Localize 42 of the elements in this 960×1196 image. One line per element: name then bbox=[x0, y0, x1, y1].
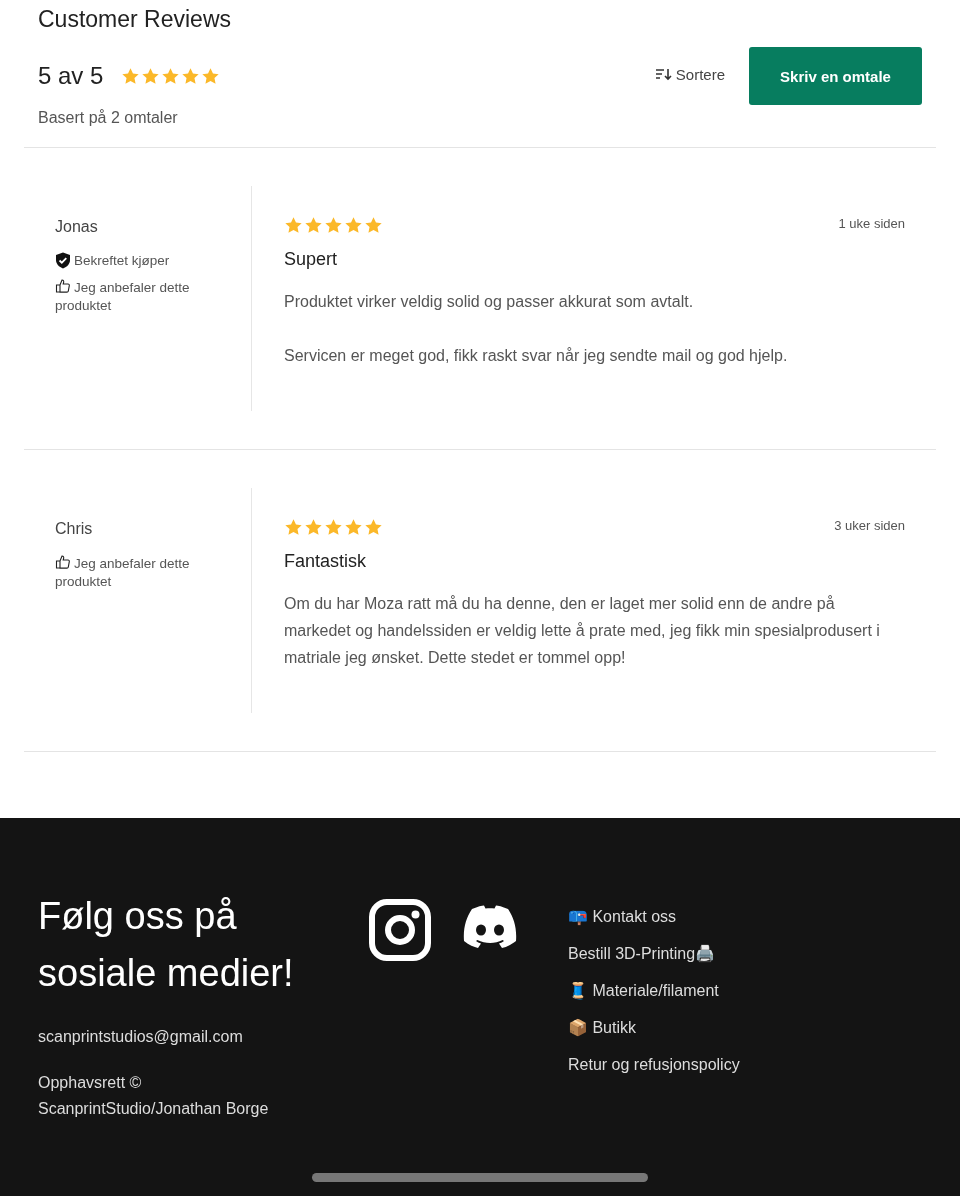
footer-link[interactable]: 📪 Kontakt oss bbox=[568, 904, 922, 930]
star-icon bbox=[181, 66, 201, 86]
write-review-button[interactable]: Skriv en omtale bbox=[749, 47, 922, 105]
reviewer-name: Jonas bbox=[55, 218, 99, 236]
star-icon bbox=[161, 66, 181, 86]
star-icon bbox=[121, 66, 141, 86]
footer-link[interactable]: 🧵 Materiale/filament bbox=[568, 978, 922, 1004]
star-icon bbox=[141, 66, 161, 86]
review-title: Supert bbox=[284, 249, 339, 270]
sort-icon bbox=[654, 67, 673, 81]
contact-email: scanprintstudios@gmail.com bbox=[38, 1027, 244, 1047]
review-date: 1 uke siden bbox=[838, 216, 905, 231]
star-icon bbox=[344, 216, 363, 235]
recommendation-label: Jeg anbefaler dette produktet bbox=[55, 280, 190, 313]
star-icon bbox=[364, 216, 383, 235]
review-text: Produktet virker veldig solid og passer akkurat som avtalt. bbox=[284, 292, 695, 312]
footer-link[interactable]: Bestill 3D-Printing🖨 bbox=[568, 941, 922, 967]
star-icon bbox=[201, 66, 221, 86]
reviewer-name: Chris bbox=[55, 520, 94, 538]
footer-link[interactable]: Retur og refusjonspolicy bbox=[568, 1052, 922, 1078]
sort-button[interactable]: Sortere bbox=[654, 65, 725, 83]
review-count: Basert på 2 omtaler bbox=[38, 109, 179, 127]
footer-heading: Følg oss på sosiale medier! bbox=[38, 894, 295, 996]
review-text: Servicen er meget god, fikk raskt svar når jeg sendte mail og god hjelp. bbox=[284, 346, 789, 366]
average-rating: 5 av 5 bbox=[38, 62, 104, 90]
star-icon bbox=[284, 518, 303, 537]
star-icon bbox=[304, 518, 323, 537]
recommendation-label: Jeg anbefaler dette produktet bbox=[55, 556, 190, 589]
review-text: Om du har Moza ratt må du ha denne, den er laget mer solid enn de andre på markedet og handelssiden er veldig lette å prate med, jeg fikk min spesialprodusert i matriale jeg ønsket. Dette stedet er tommel opp! bbox=[284, 594, 881, 668]
verified-buyer-label: Bekreftet kjøper bbox=[74, 252, 170, 270]
section-title: Customer Reviews bbox=[38, 6, 232, 33]
copyright-text: Opphavsrett © ScanprintStudio/Jonathan Borge bbox=[38, 1073, 270, 1119]
star-icon bbox=[364, 518, 383, 537]
review-title: Fantastisk bbox=[284, 551, 368, 572]
star-icon bbox=[284, 216, 303, 235]
instagram-icon[interactable] bbox=[368, 898, 432, 962]
star-icon bbox=[344, 518, 363, 537]
star-icon bbox=[304, 216, 323, 235]
footer-link[interactable]: 📦 Butikk bbox=[568, 1015, 922, 1041]
star-icon bbox=[324, 216, 343, 235]
review-date: 3 uker siden bbox=[834, 518, 905, 533]
star-icon bbox=[324, 518, 343, 537]
